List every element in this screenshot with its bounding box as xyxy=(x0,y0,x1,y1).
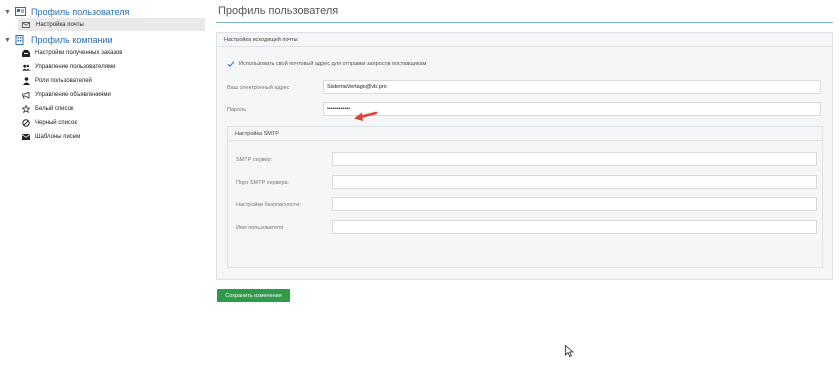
security-settings-field[interactable] xyxy=(332,197,817,211)
sidebar-item-blacklist[interactable]: Черный список xyxy=(22,117,77,129)
caret-down-icon[interactable]: ▼ xyxy=(4,9,12,16)
title-divider xyxy=(216,22,833,23)
use-own-email-checkbox[interactable]: Использовать свой почтовый адрес для отп… xyxy=(227,60,426,68)
outgoing-mail-panel: Настройка исходящей почты Использовать с… xyxy=(216,32,833,280)
smtp-server-field[interactable] xyxy=(332,152,817,166)
sidebar-item-label: Настройки полученных заказов xyxy=(35,50,123,56)
id-card-icon xyxy=(15,7,27,17)
email-label: Ваш электронный адрес xyxy=(227,85,290,91)
panel-title: Настройка исходящей почты xyxy=(224,36,298,43)
username-label: Имя пользователя: xyxy=(236,225,285,231)
smtp-panel: Настройка SMTP SMTP сервер: Порт SMTP се… xyxy=(227,126,823,268)
sidebar: ▼ Профиль пользователя Настройка почты ▼… xyxy=(0,0,205,374)
mouse-cursor-icon xyxy=(565,345,574,357)
sidebar-item-mail-settings[interactable]: Настройка почты xyxy=(18,18,205,31)
username-field[interactable] xyxy=(332,220,817,234)
sidebar-item-user-roles[interactable]: Роли пользователей xyxy=(22,75,92,87)
smtp-port-label: Порт SMTP сервера: xyxy=(236,180,290,186)
envelope-outline-icon xyxy=(22,21,30,29)
sidebar-item-whitelist[interactable]: Белый список xyxy=(22,103,74,115)
caret-down-icon[interactable]: ▼ xyxy=(4,37,12,44)
email-field[interactable] xyxy=(323,80,821,94)
sidebar-item-label: Настройка почты xyxy=(36,21,84,28)
smtp-server-label: SMTP сервер: xyxy=(236,157,273,163)
smtp-panel-title: Настройка SMTP xyxy=(235,130,279,137)
tree-label-company-profile: Профиль компании xyxy=(31,35,113,45)
sidebar-item-label: Роли пользователей xyxy=(35,78,92,84)
ban-icon xyxy=(22,119,30,127)
sidebar-item-label: Шаблоны писем xyxy=(35,134,81,140)
password-field[interactable] xyxy=(323,102,821,116)
security-settings-label: Настройки безопасности: xyxy=(236,202,301,208)
save-changes-button[interactable]: Сохранить изменения xyxy=(217,289,290,302)
tray-icon xyxy=(22,49,30,57)
sidebar-item-received-orders[interactable]: Настройки полученных заказов xyxy=(22,47,122,59)
sidebar-item-label: Белый список xyxy=(35,106,74,112)
annotation-arrow-icon xyxy=(354,111,378,121)
sidebar-item-label: Управление пользователями xyxy=(35,64,116,70)
tree-node-user-profile[interactable]: ▼ Профиль пользователя xyxy=(4,5,129,19)
star-outline-icon xyxy=(22,105,30,113)
tree-label-user-profile: Профиль пользователя xyxy=(31,7,130,17)
sidebar-item-label: Управление объявлениями xyxy=(35,92,111,98)
envelope-solid-icon xyxy=(22,133,30,141)
page-title: Профиль пользователя xyxy=(218,5,339,17)
building-icon xyxy=(15,35,27,45)
password-label: Пароль xyxy=(227,107,247,113)
panel-header: Настройка исходящей почты xyxy=(217,33,832,47)
smtp-panel-header: Настройка SMTP xyxy=(228,127,822,141)
sidebar-item-email-templates[interactable]: Шаблоны писем xyxy=(22,131,80,143)
sidebar-item-ads-management[interactable]: Управление объявлениями xyxy=(22,89,111,101)
checkbox-label: Использовать свой почтовый адрес для отп… xyxy=(239,61,427,67)
checkmark-icon[interactable] xyxy=(227,60,235,68)
bullhorn-icon xyxy=(22,91,30,99)
users-icon xyxy=(22,63,30,71)
tree-node-company-profile[interactable]: ▼ Профиль компании xyxy=(4,33,113,47)
smtp-port-field[interactable] xyxy=(332,175,817,189)
user-lock-icon xyxy=(22,77,30,85)
sidebar-item-label: Черный список xyxy=(35,120,77,126)
sidebar-item-user-management[interactable]: Управление пользователями xyxy=(22,61,116,73)
